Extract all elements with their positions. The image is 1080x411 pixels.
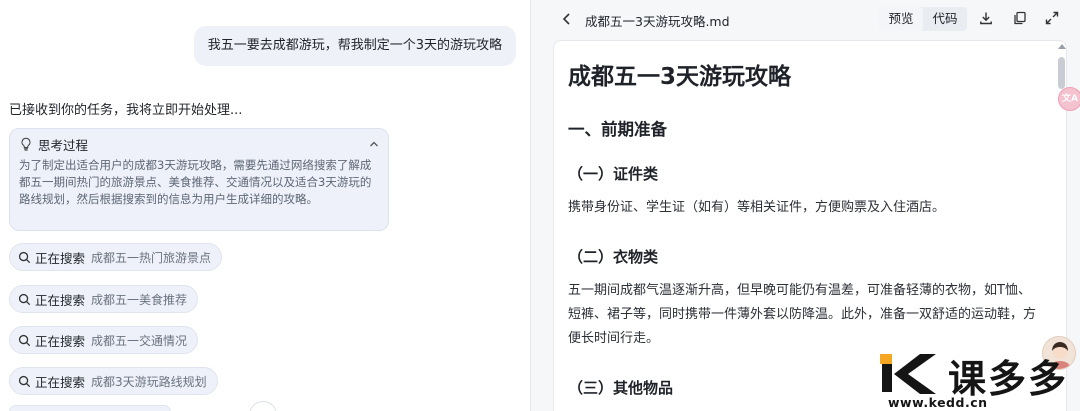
doc-title: 成都五一3天游玩攻略 [568,64,792,90]
thinking-header[interactable]: 思考过程 [19,135,380,153]
view-toggle: 预览 代码 [879,7,967,31]
scrollbar-thumb[interactable] [1058,57,1065,89]
expand-icon[interactable] [1045,11,1059,25]
doc-paragraph: 五一期间成都气温逐渐升高，但早晚可能仍有温差，可准备轻薄的衣物，如T恤、短裤、裙… [568,283,1037,346]
doc-heading-3: （三）其他物品 [568,379,674,397]
search-icon [18,334,30,346]
brand-k-logo [880,354,936,394]
watermark-logo: 课多多 www.kedd.cn [880,350,1080,411]
tab-preview[interactable]: 预览 [879,7,923,31]
scroll-down-button[interactable] [249,401,277,411]
translate-badge[interactable]: 文A [1058,87,1080,111]
scroll-up-arrow[interactable] [1058,44,1066,49]
thinking-panel: 思考过程 为了制定出适合用户的成都3天游玩攻略，需要先通过网络搜索了解成都五一期… [9,128,389,231]
file-name: 成都五一3天游玩攻略.md [585,14,730,29]
chevron-up-icon[interactable] [368,138,380,150]
doc-heading-2: 一、前期准备 [568,120,667,139]
tab-code[interactable]: 代码 [923,7,967,31]
search-status-label: 正在搜索 [35,250,86,266]
copy-icon[interactable] [1013,11,1027,25]
search-icon [18,251,30,263]
brand-url: www.kedd.cn [888,395,988,410]
download-icon[interactable] [979,11,993,25]
chevron-left-icon[interactable] [560,11,574,27]
search-icon [18,375,30,387]
preview-toolbar: 成都五一3天游玩攻略.md 预览 代码 [552,0,1072,38]
thinking-body: 为了制定出适合用户的成都3天游玩攻略，需要先通过网络搜索了解成都五一期间热门的旅… [19,158,372,206]
search-status-chip[interactable]: 正在搜索 成都五一热门旅游景点 [9,243,223,271]
search-status-label: 正在搜索 [35,374,86,390]
user-message-bubble: 我五一要去成都游玩，帮我制定一个3天的游玩攻略 [193,26,516,66]
search-query: 成都五一美食推荐 [91,292,188,307]
doc-heading-3: （二）衣物类 [568,248,659,266]
search-status-chip-partial[interactable] [9,405,171,411]
doc-paragraph: 携带身份证、学生证（如有）等相关证件，方便购票及入住酒店。 [568,200,946,215]
chat-panel: 我五一要去成都游玩，帮我制定一个3天的游玩攻略 已接收到你的任务，我将立即开始处… [0,0,530,411]
search-status-chip[interactable]: 正在搜索 成都五一美食推荐 [9,285,199,313]
search-status-label: 正在搜索 [35,333,86,349]
search-query: 成都3天游玩路线规划 [91,374,207,389]
thinking-title: 思考过程 [38,137,89,153]
assistant-ack-text: 已接收到你的任务，我将立即开始处理... [9,103,243,118]
search-status-label: 正在搜索 [35,292,86,308]
search-query: 成都五一热门旅游景点 [91,250,212,265]
search-status-chip[interactable]: 正在搜索 成都五一交通情况 [9,326,199,354]
search-icon [18,293,30,305]
doc-heading-3: （一）证件类 [568,165,659,183]
lightbulb-icon [21,137,31,151]
search-status-chip[interactable]: 正在搜索 成都3天游玩路线规划 [9,367,218,395]
search-query: 成都五一交通情况 [91,333,188,348]
